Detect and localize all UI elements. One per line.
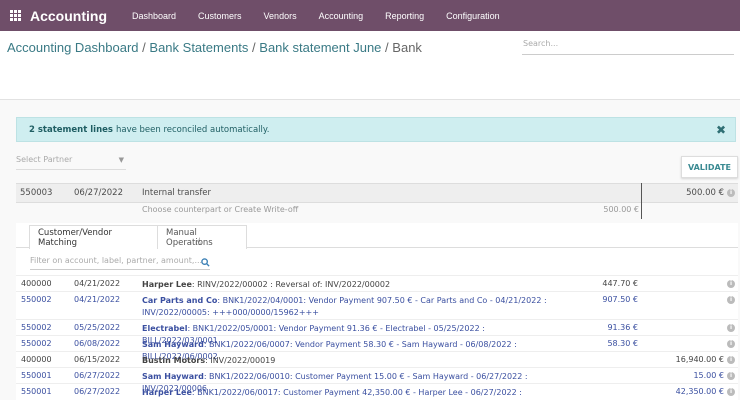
control-panel: Accounting Dashboard / Bank Statements /… xyxy=(0,31,740,100)
table-row[interactable]: 550002 04/21/2022 Car Parts and Co: BNK1/2… xyxy=(16,291,738,319)
breadcrumb-separator: / xyxy=(142,40,146,55)
table-row[interactable]: 550002 06/08/2022 Sam Hayward: BNK1/2022/0… xyxy=(16,335,738,361)
row-date: 04/21/2022 xyxy=(74,279,121,288)
row-account: 400000 xyxy=(21,279,52,288)
row-partner: Harper Lee xyxy=(142,280,192,289)
main-menu: Dashboard Customers Vendors Accounting Repor… xyxy=(121,11,511,21)
info-icon[interactable]: i xyxy=(727,296,735,304)
row-label-text: : BNK1/2022/04/0001: Vendor Payment 907.… xyxy=(217,296,547,305)
row-date: 06/15/2022 xyxy=(74,355,121,364)
tab-customer-vendor-matching[interactable]: Customer/Vendor Matching xyxy=(29,225,159,249)
table-row[interactable]: 400000 04/21/2022 Harper Lee: RINV/2022/00… xyxy=(16,275,738,291)
app-name[interactable]: Accounting xyxy=(30,8,107,24)
notification-count: 2 statement lines xyxy=(29,124,113,135)
row-partner: Harper Lee xyxy=(142,388,192,397)
menu-item-customers[interactable]: Customers xyxy=(187,11,253,21)
move-lines-list: 400000 04/21/2022 Harper Lee: RINV/2022/00… xyxy=(16,275,738,400)
row-label: Harper Lee: BNK1/2022/06/0017: Customer … xyxy=(142,387,547,400)
row-debit: 58.30 € xyxy=(607,339,638,348)
counterpart-hint: Choose counterpart or Create Write-off xyxy=(142,205,299,214)
filter-input[interactable]: Filter on account, label, partner, amoun… xyxy=(30,256,210,270)
breadcrumb: Accounting Dashboard / Bank Statements /… xyxy=(7,40,422,55)
row-account: 550002 xyxy=(21,323,52,332)
row-debit: 91.36 € xyxy=(607,323,638,332)
row-partner: Sam Hayward xyxy=(142,372,204,381)
row-account: 550002 xyxy=(21,295,52,304)
info-icon[interactable]: i xyxy=(727,280,735,288)
info-icon[interactable]: i xyxy=(727,388,735,396)
row-credit: 42,350.00 € xyxy=(675,387,724,396)
row-account: 550001 xyxy=(21,387,52,396)
row-label-text: : BNK1/2022/06/0017: Customer Payment 42… xyxy=(191,388,522,397)
row-label-continued: INV/2022/00005: +++000/0000/15962+++ xyxy=(142,308,319,317)
matching-tabs: Customer/Vendor Matching Manual Operatio… xyxy=(16,223,738,249)
row-date: 04/21/2022 xyxy=(74,295,121,304)
row-partner: Electrabel xyxy=(142,324,188,333)
menu-item-reporting[interactable]: Reporting xyxy=(374,11,435,21)
tab-manual-operations[interactable]: Manual Operations xyxy=(157,225,247,249)
menu-item-configuration[interactable]: Configuration xyxy=(435,11,511,21)
partner-select[interactable]: Select Partner ▼ xyxy=(16,155,126,170)
statement-amount: 500.00 € xyxy=(686,188,724,198)
menu-item-vendors[interactable]: Vendors xyxy=(253,11,308,21)
row-partner: Sam Hayward xyxy=(142,340,204,349)
search-icon[interactable] xyxy=(201,258,210,267)
close-icon[interactable]: ✖ xyxy=(716,123,726,137)
table-row[interactable]: 550002 05/25/2022 Electrabel: BNK1/2022/05… xyxy=(16,319,738,345)
row-date: 06/27/2022 xyxy=(74,387,121,396)
row-label: Harper Lee: RINV/2022/00002 : Reversal o… xyxy=(142,279,547,291)
column-divider xyxy=(641,183,642,219)
top-navbar: Accounting Dashboard Customers Vendors Acco… xyxy=(0,0,740,31)
partner-placeholder: Select Partner xyxy=(16,155,73,164)
row-date: 06/08/2022 xyxy=(74,339,121,348)
validate-button[interactable]: VALIDATE xyxy=(681,156,738,178)
table-row[interactable]: 550001 06/27/2022 Sam Hayward: BNK1/2022/0… xyxy=(16,367,738,393)
statement-date: 06/27/2022 xyxy=(74,188,123,198)
menu-item-accounting[interactable]: Accounting xyxy=(308,11,375,21)
breadcrumb-item-accounting-dashboard[interactable]: Accounting Dashboard xyxy=(7,40,139,55)
row-credit: 15.00 € xyxy=(693,371,724,380)
statement-label: Internal transfer xyxy=(142,188,212,198)
row-date: 05/25/2022 xyxy=(74,323,121,332)
info-icon[interactable]: i xyxy=(727,372,735,380)
row-label-text: : RINV/2022/00002 : Reversal of: INV/202… xyxy=(191,280,391,289)
menu-item-dashboard[interactable]: Dashboard xyxy=(121,11,187,21)
row-credit: 16,940.00 € xyxy=(675,355,724,364)
breadcrumb-current: Bank xyxy=(392,40,422,55)
row-label: Car Parts and Co: BNK1/2022/04/0001: Ven… xyxy=(142,295,547,319)
row-account: 550002 xyxy=(21,339,52,348)
row-account: 400000 xyxy=(21,355,52,364)
breadcrumb-item-bank-statement-june[interactable]: Bank statement June xyxy=(259,40,381,55)
info-icon[interactable]: i xyxy=(727,189,735,197)
info-icon[interactable]: i xyxy=(727,340,735,348)
breadcrumb-item-bank-statements[interactable]: Bank Statements xyxy=(149,40,248,55)
row-date: 06/27/2022 xyxy=(74,371,121,380)
notification-text: have been reconciled automatically. xyxy=(115,124,270,135)
statement-counterpart-row: Choose counterpart or Create Write-off 5… xyxy=(16,203,738,218)
search-input[interactable]: Search... xyxy=(522,39,734,55)
row-account: 550001 xyxy=(21,371,52,380)
breadcrumb-separator: / xyxy=(252,40,256,55)
info-icon[interactable]: i xyxy=(727,356,735,364)
row-partner: Bustin Motors xyxy=(142,356,206,365)
reconciled-notification: 2 statement lines have been reconciled a… xyxy=(16,117,736,142)
table-row[interactable]: 550001 06/27/2022 Harper Lee: BNK1/2022/06… xyxy=(16,383,738,400)
hand-cursor-icon: ☝ xyxy=(195,237,202,248)
statement-line[interactable]: 550003 06/27/2022 Internal transfer 500.… xyxy=(16,183,738,203)
row-partner: Car Parts and Co xyxy=(142,296,218,305)
table-row[interactable]: 400000 06/15/2022 Bustin Motors: INV/2022/… xyxy=(16,351,738,367)
info-icon[interactable]: i xyxy=(727,324,735,332)
apps-menu-icon[interactable] xyxy=(0,0,30,31)
remaining-amount: 500.00 € xyxy=(603,205,639,214)
chevron-down-icon: ▼ xyxy=(118,156,124,164)
row-label: Bustin Motors: INV/2022/00019 xyxy=(142,355,547,367)
row-debit: 907.50 € xyxy=(602,295,638,304)
breadcrumb-separator: / xyxy=(385,40,389,55)
statement-ref: 550003 xyxy=(20,188,53,198)
row-debit: 447.70 € xyxy=(602,279,638,288)
row-label-text: : INV/2022/00019 xyxy=(205,356,276,365)
